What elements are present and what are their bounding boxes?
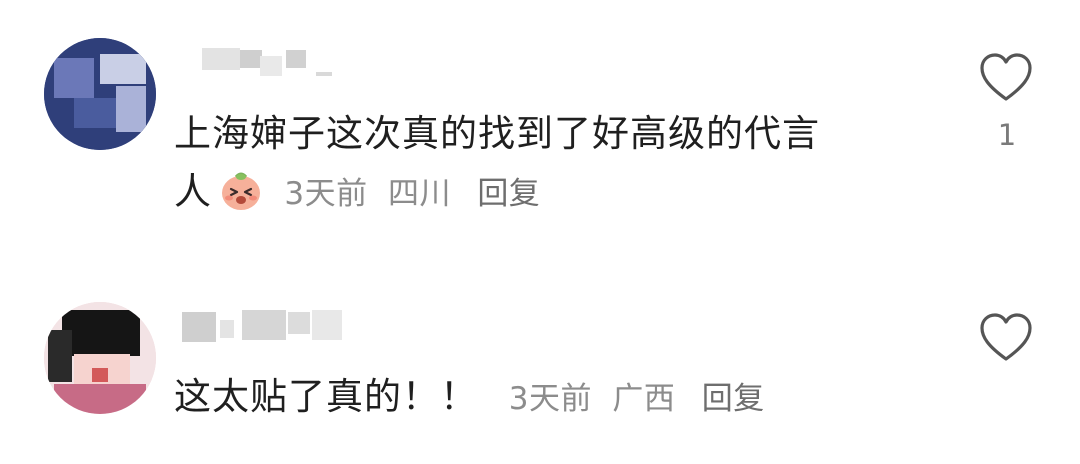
comment-text-row: 这太贴了真的！！ 3天前 广西 回复 [174,368,775,428]
comment-time: 3天前 [284,176,368,212]
comment-text: 上海婶子这次真的找到了好高级的代言 [174,112,820,155]
like-count: 1 [997,118,1017,152]
comment-item: 上海婶子这次真的找到了好高级的代言 人 3天前 四川 回复 [0,0,1080,240]
comment-location: 广西 [612,381,676,417]
like-button[interactable] [978,312,1034,364]
like-button[interactable] [978,52,1034,104]
reply-button[interactable]: 回复 [702,381,765,417]
avatar[interactable] [44,302,156,414]
heart-icon [980,313,1032,361]
username-obscured[interactable] [176,42,376,82]
blushing-peach-emoji-icon [218,166,264,212]
comment-text-continued: 人 3天前 四川 回复 [174,163,550,223]
comment-time: 3天前 [508,381,592,417]
comment-text: 这太贴了真的！！ [174,375,478,418]
avatar[interactable] [44,38,156,150]
comment-text-tail: 人 [174,170,212,213]
comment-location: 四川 [387,176,451,212]
heart-icon [980,53,1032,101]
reply-button[interactable]: 回复 [477,176,540,212]
comment-item: 这太贴了真的！！ 3天前 广西 回复 [0,280,1080,464]
username-obscured[interactable] [176,304,376,344]
